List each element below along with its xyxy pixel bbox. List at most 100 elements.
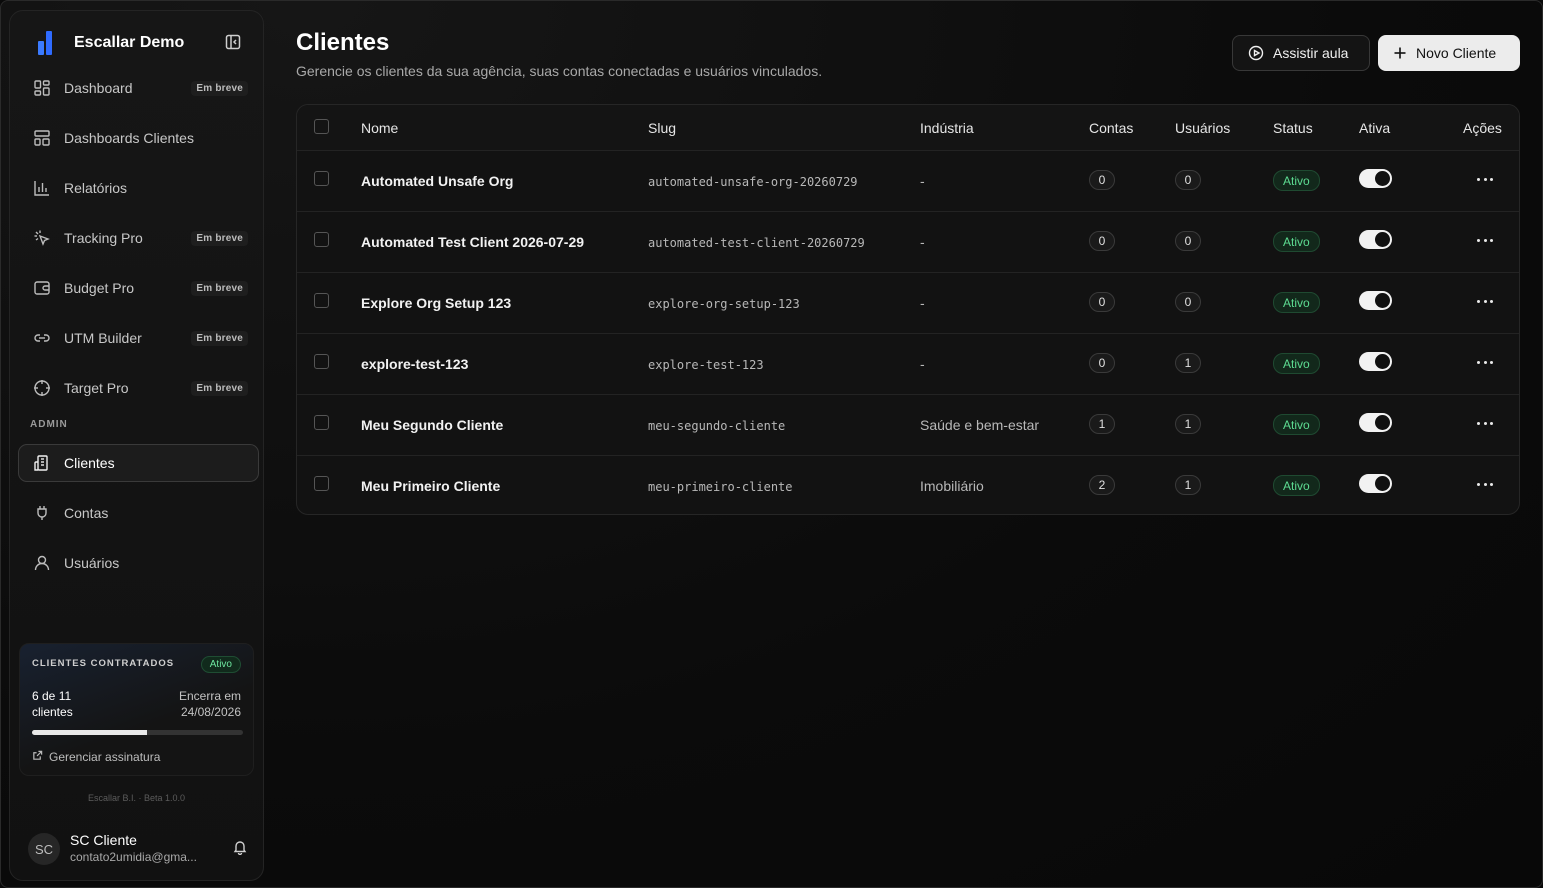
client-name[interactable]: Meu Primeiro Cliente	[361, 478, 500, 494]
select-all-checkbox[interactable]	[314, 119, 329, 134]
page-subtitle: Gerencie os clientes da sua agência, sua…	[296, 63, 823, 79]
client-name[interactable]: Automated Test Client 2026-07-29	[361, 234, 584, 250]
plan-status-badge: Ativo	[200, 656, 241, 673]
sidebar-item-tracking-pro[interactable]: Tracking Pro Em breve	[18, 219, 259, 257]
page-title: Clientes	[296, 29, 390, 56]
users-count: 0	[1175, 231, 1201, 251]
client-name[interactable]: Meu Segundo Cliente	[361, 417, 503, 433]
table-row[interactable]: explore-test-123 explore-test-123 - 0 1 …	[297, 334, 1519, 395]
sidebar-item-label: UTM Builder	[64, 330, 142, 346]
new-client-button[interactable]: Novo Cliente	[1378, 35, 1520, 71]
column-header-contas[interactable]: Contas	[1089, 120, 1133, 136]
client-industry: -	[920, 356, 925, 372]
sidebar-item-label: Target Pro	[64, 380, 129, 396]
sidebar-item-label: Contas	[64, 505, 109, 521]
row-checkbox[interactable]	[314, 354, 329, 369]
more-actions-icon[interactable]	[1477, 415, 1493, 431]
active-toggle[interactable]	[1359, 230, 1392, 249]
table-row[interactable]: Meu Primeiro Cliente meu-primeiro-client…	[297, 456, 1519, 514]
sidebar-item-contas[interactable]: Contas	[18, 494, 259, 532]
column-header-usuarios[interactable]: Usuários	[1175, 120, 1230, 136]
status-badge: Ativo	[1273, 231, 1320, 252]
app-version: Escallar B.I. · Beta 1.0.0	[87, 793, 186, 803]
brand[interactable]: Escallar Demo	[32, 29, 244, 57]
row-checkbox[interactable]	[314, 476, 329, 491]
active-toggle[interactable]	[1359, 291, 1392, 310]
external-link-icon	[32, 750, 43, 764]
client-slug: meu-segundo-cliente	[648, 419, 786, 433]
users-count: 0	[1175, 292, 1201, 312]
column-header-slug[interactable]: Slug	[648, 120, 676, 136]
client-name[interactable]: explore-test-123	[361, 356, 468, 372]
more-actions-icon[interactable]	[1477, 171, 1493, 187]
accounts-count: 0	[1089, 292, 1115, 312]
table-row[interactable]: Automated Unsafe Org automated-unsafe-or…	[297, 151, 1519, 212]
more-actions-icon[interactable]	[1477, 293, 1493, 309]
plan-expiry-date: 24/08/2026	[180, 705, 241, 719]
row-checkbox[interactable]	[314, 293, 329, 308]
link-icon	[32, 328, 52, 348]
status-badge: Ativo	[1273, 475, 1320, 496]
sidebar-item-dashboard[interactable]: Dashboard Em breve	[18, 69, 259, 107]
column-header-acoes: Ações	[1463, 120, 1502, 136]
sidebar-item-clientes[interactable]: Clientes	[18, 444, 259, 482]
manage-subscription-link[interactable]: Gerenciar assinatura	[32, 750, 160, 764]
play-circle-icon	[1248, 45, 1264, 61]
column-header-nome[interactable]: Nome	[361, 120, 398, 136]
table-row[interactable]: Automated Test Client 2026-07-29 automat…	[297, 212, 1519, 273]
plus-icon	[1393, 46, 1407, 60]
column-header-industria[interactable]: Indústria	[920, 120, 974, 136]
bell-icon[interactable]	[232, 839, 248, 860]
active-toggle[interactable]	[1359, 352, 1392, 371]
user-email: contato2umidia@gma...	[70, 850, 197, 864]
coming-soon-badge: Em breve	[191, 331, 248, 346]
client-name[interactable]: Automated Unsafe Org	[361, 173, 513, 189]
crosshair-icon	[32, 378, 52, 398]
sidebar-item-target-pro[interactable]: Target Pro Em breve	[18, 369, 259, 407]
table-body: Automated Unsafe Org automated-unsafe-or…	[297, 151, 1519, 514]
user-profile[interactable]: SC SC Cliente contato2umidia@gma...	[28, 829, 248, 869]
sidebar-item-relatorios[interactable]: Relatórios	[18, 169, 259, 207]
more-actions-icon[interactable]	[1477, 354, 1493, 370]
plug-icon	[32, 503, 52, 523]
plan-progress-fill	[32, 730, 147, 735]
plan-expiry: Encerra em 24/08/2026	[179, 688, 241, 720]
column-header-status[interactable]: Status	[1273, 120, 1313, 136]
sidebar-item-dashboards-clientes[interactable]: Dashboards Clientes	[18, 119, 259, 157]
row-checkbox[interactable]	[314, 171, 329, 186]
avatar: SC	[28, 833, 60, 865]
active-toggle[interactable]	[1359, 169, 1392, 188]
wallet-icon	[32, 278, 52, 298]
layout-grid-icon	[32, 78, 52, 98]
client-industry: Imobiliário	[920, 478, 984, 494]
row-checkbox[interactable]	[314, 232, 329, 247]
table-row[interactable]: Meu Segundo Cliente meu-segundo-cliente …	[297, 395, 1519, 456]
client-name[interactable]: Explore Org Setup 123	[361, 295, 511, 311]
sidebar-item-usuarios[interactable]: Usuários	[18, 544, 259, 582]
row-checkbox[interactable]	[314, 415, 329, 430]
client-slug: explore-org-setup-123	[648, 297, 800, 311]
table-row[interactable]: Explore Org Setup 123 explore-org-setup-…	[297, 273, 1519, 334]
client-slug: meu-primeiro-cliente	[648, 480, 793, 494]
client-industry: Saúde e bem-estar	[920, 417, 1040, 433]
plan-client-count: 6 de 11 clientes	[32, 689, 73, 719]
sidebar-item-utm-builder[interactable]: UTM Builder Em breve	[18, 319, 259, 357]
sidebar-item-budget-pro[interactable]: Budget Pro Em breve	[18, 269, 259, 307]
status-badge: Ativo	[1273, 414, 1320, 435]
coming-soon-badge: Em breve	[191, 281, 248, 296]
user-name: SC Cliente	[70, 832, 137, 848]
sidebar: Escallar Demo Dashboard Em breve Dashboa…	[9, 10, 264, 881]
admin-section-label: ADMIN	[30, 419, 68, 430]
table-header: Nome Slug Indústria Contas Usuários Stat…	[297, 105, 1519, 151]
more-actions-icon[interactable]	[1477, 476, 1493, 492]
sidebar-collapse-icon[interactable]	[224, 33, 244, 53]
status-badge: Ativo	[1273, 170, 1320, 191]
watch-lesson-button[interactable]: Assistir aula	[1232, 35, 1370, 71]
client-slug: automated-unsafe-org-20260729	[648, 175, 858, 189]
column-header-ativa[interactable]: Ativa	[1359, 120, 1390, 136]
new-client-label: Novo Cliente	[1416, 45, 1497, 61]
active-toggle[interactable]	[1359, 413, 1392, 432]
more-actions-icon[interactable]	[1477, 232, 1493, 248]
manage-subscription-label: Gerenciar assinatura	[49, 750, 161, 764]
active-toggle[interactable]	[1359, 474, 1392, 493]
